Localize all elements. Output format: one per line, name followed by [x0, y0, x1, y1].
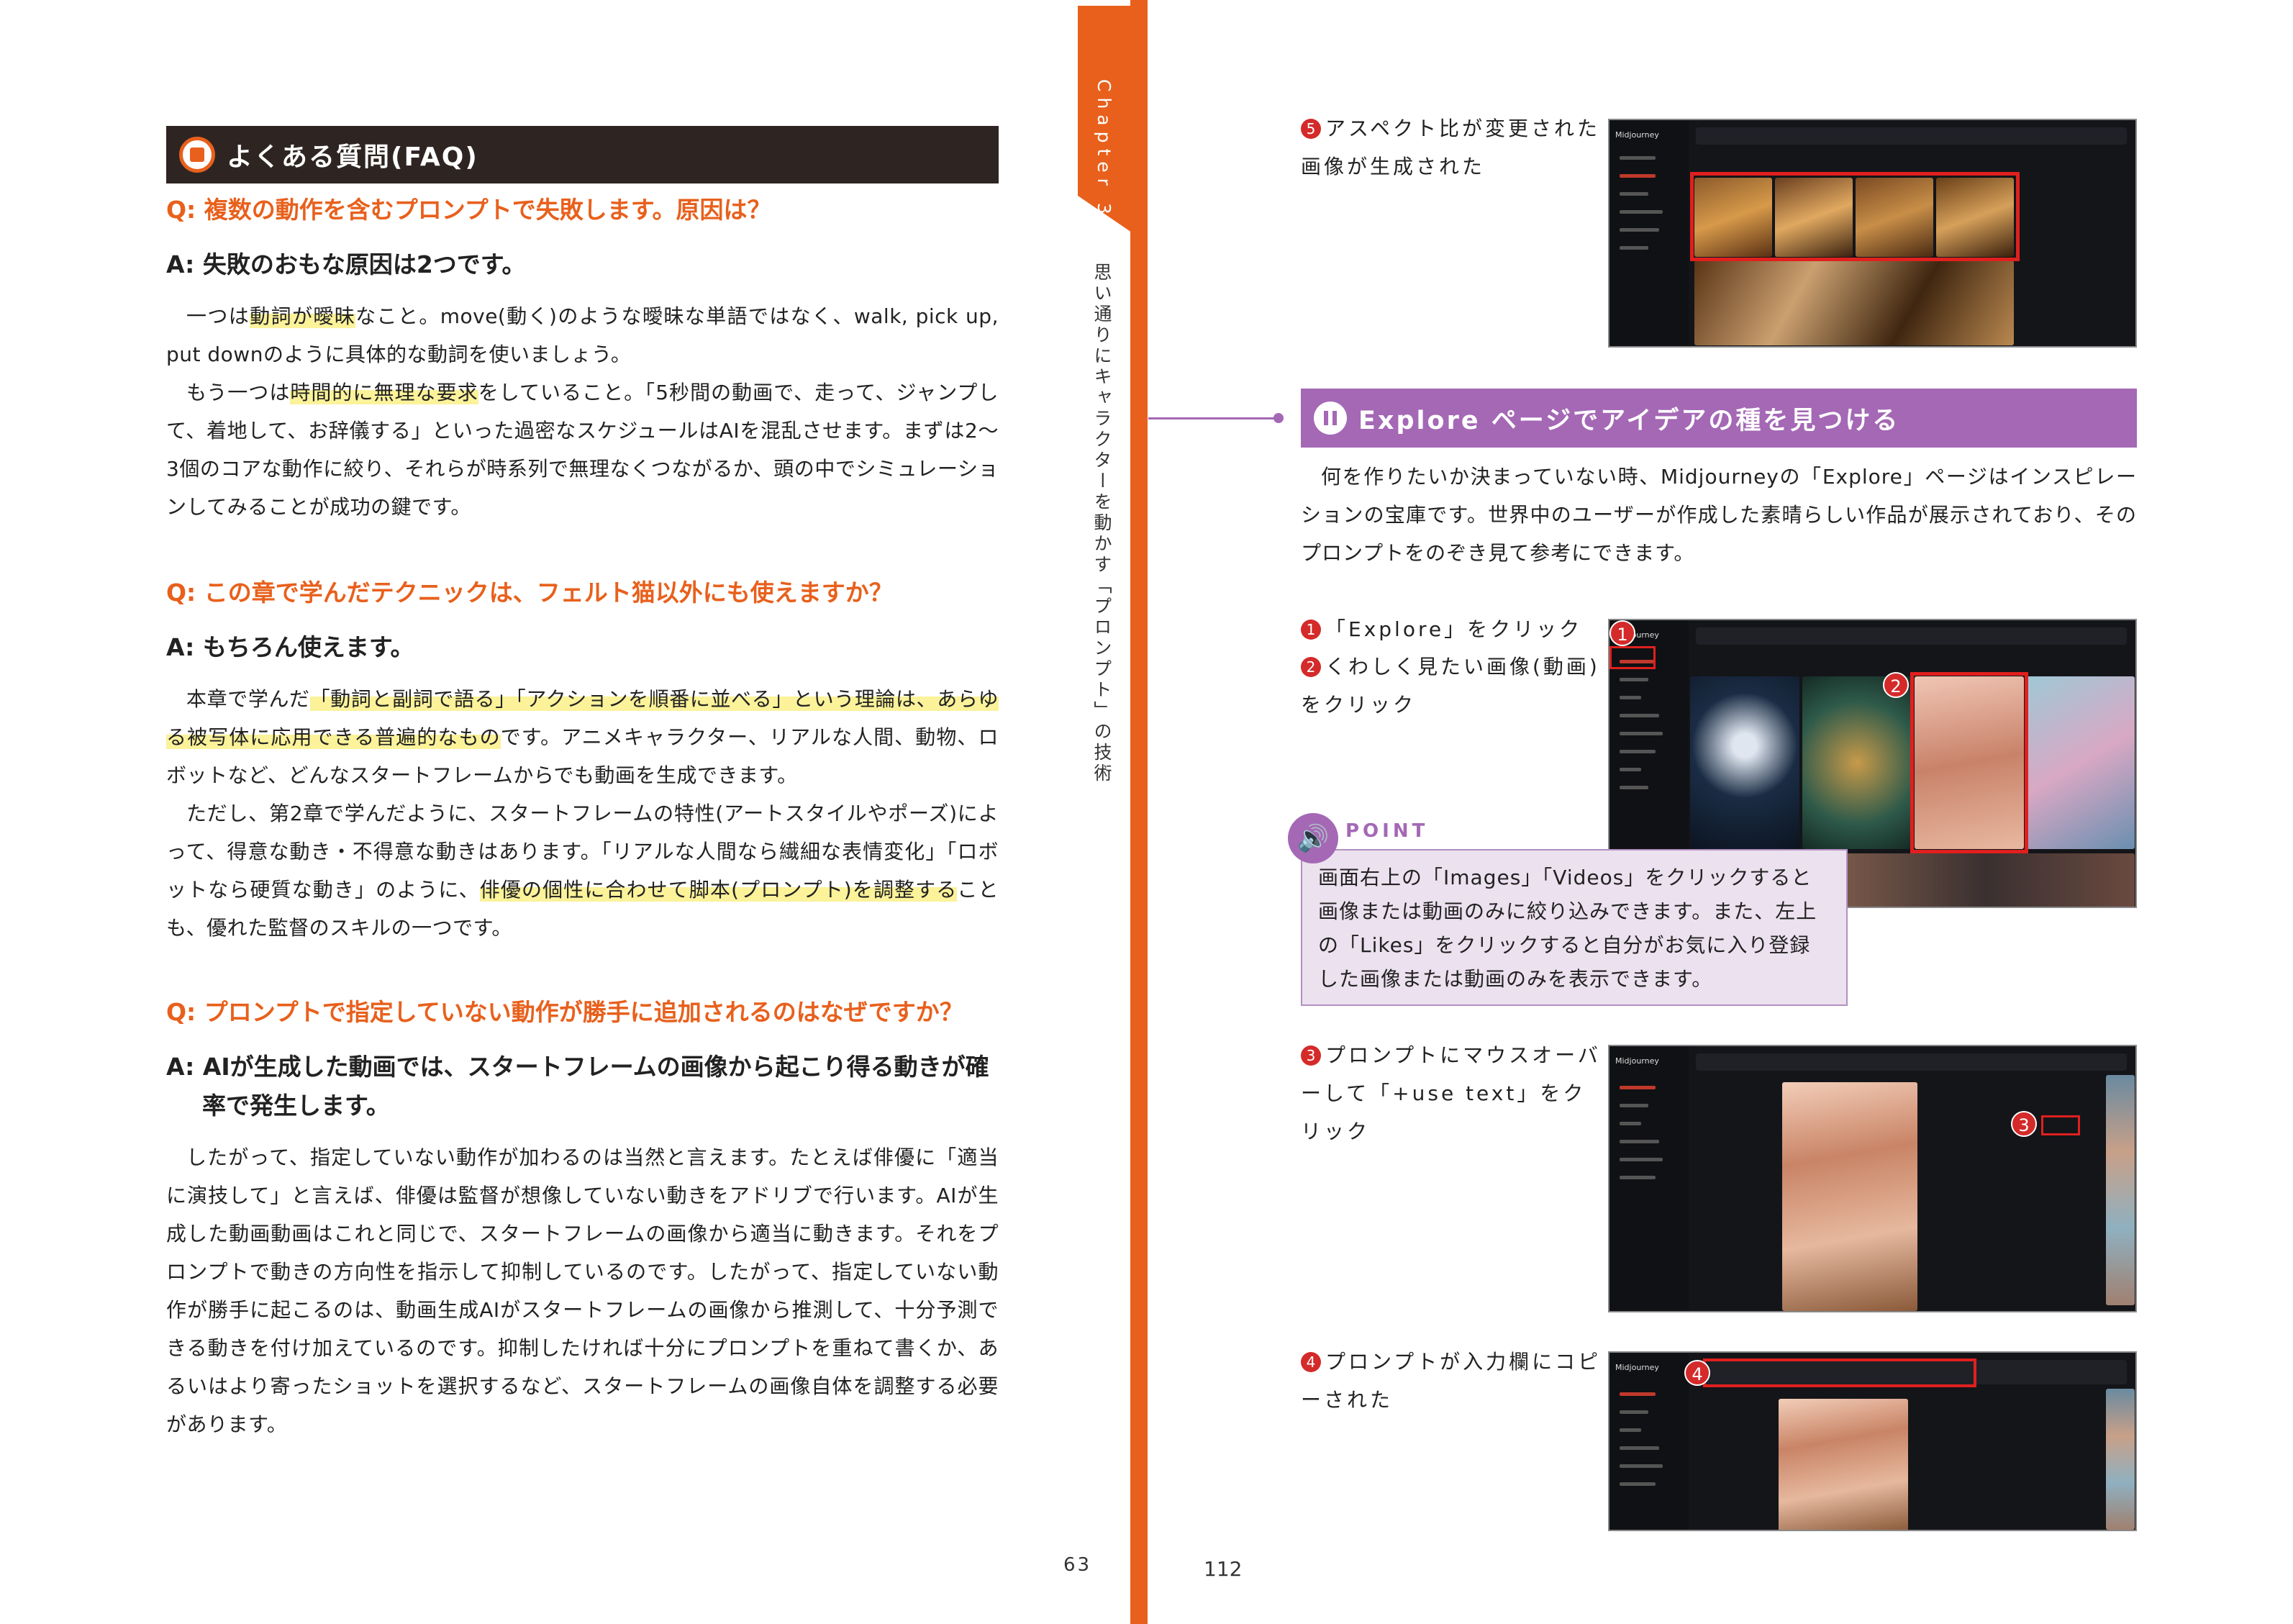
chapter-spine-bar — [1130, 0, 1148, 1624]
step-2-caption: 2 くわしく見たい画像(動画)をクリック — [1301, 655, 1600, 717]
app-sidebar: Midjourney — [1609, 1353, 1689, 1530]
question-1: Q: 複数の動作を含むプロンプトで失敗します。原因は？ — [166, 196, 771, 224]
step-number: 2 — [1301, 657, 1321, 677]
step-4-caption: 4 プロンプトが入力欄にコピーされた — [1301, 1350, 1602, 1412]
point-label: POINT — [1345, 820, 1429, 842]
chapter-label: Chapter 3 — [1094, 79, 1114, 220]
faq-item-1: Q: 複数の動作を含むプロンプトで失敗します。原因は？ A: 失敗のおもな原因は… — [166, 191, 999, 526]
step-number: 1 — [1301, 620, 1321, 640]
step-3-caption: 3 プロンプトにマウスオーバーして「+use text」をクリック — [1301, 1043, 1601, 1143]
gallery-tile[interactable] — [1690, 676, 1799, 849]
faq-item-2: Q: この章で学んだテクニックは、フェルト猫以外にも使えますか？ A: もちろん… — [166, 573, 999, 947]
speaker-icon: 🔊 — [1288, 813, 1338, 863]
screenshot-aspect-ratio: Midjourney — [1608, 119, 2137, 348]
question-3: Q: プロンプトで指定していない動作が勝手に追加されるのはなぜですか？ — [166, 998, 963, 1026]
question-2: Q: この章で学んだテクニックは、フェルト猫以外にも使えますか？ — [166, 579, 893, 607]
highlight-box — [2041, 1115, 2080, 1135]
app-logo: Midjourney — [1615, 1056, 1659, 1066]
prompt-bar — [1696, 1053, 2127, 1071]
answer-3: A: AIが生成した動画では、スタートフレームの画像から起こり得る動きが確率で発… — [166, 1053, 989, 1120]
step-1-caption: 1 「Explore」をクリック — [1301, 610, 1603, 648]
page-number-right: 112 — [1204, 1557, 1243, 1581]
explore-intro-text: 何を作りたいか決まっていない時、Midjourneyの「Explore」ページは… — [1301, 465, 2137, 565]
prompt-bar — [1696, 127, 2127, 145]
app-sidebar: Midjourney — [1609, 120, 1689, 346]
highlight-box — [1703, 1358, 1976, 1387]
answer-1-body: 一つは動詞が曖昧なこと。move(動く)のような曖昧な単語ではなく、walk, … — [166, 304, 999, 519]
step-number: 3 — [1301, 1045, 1321, 1066]
step-number: 4 — [1301, 1352, 1321, 1372]
step-5-caption: 5 アスペクト比が変更された画像が生成された — [1301, 117, 1601, 178]
highlight-box — [1910, 672, 2028, 853]
faq-title: よくある質問(FAQ) — [227, 142, 478, 172]
callout-badge: 4 — [1684, 1360, 1710, 1386]
faq-item-3: Q: プロンプトで指定していない動作が勝手に追加されるのはなぜですか？ A: A… — [166, 993, 999, 1443]
answer-3-body: したがって、指定していない動作が加わるのは当然と言えます。たとえば俳優に「適当に… — [166, 1146, 999, 1436]
highlight-text: 動詞が曖昧 — [250, 304, 356, 328]
screenshot-prompt-copied: Midjourney 4 — [1608, 1351, 2137, 1531]
highlight-box — [1609, 646, 1656, 669]
gallery-tile[interactable] — [2027, 676, 2135, 849]
answer-2-body: 本章で学んだ「動詞と副詞で語る」「アクションを順番に並べる」という理論は、あらゆ… — [166, 687, 999, 940]
point-box: 画面右上の「Images」「Videos」をクリックすると画像または動画のみに絞… — [1301, 849, 1848, 1006]
answer-1: A: 失敗のおもな原因は2つです。 — [166, 250, 526, 278]
highlight-text: 時間的に無理な要求 — [290, 381, 478, 404]
faq-header: よくある質問(FAQ) — [166, 126, 999, 183]
prompt-bar — [1696, 627, 2127, 645]
page-number-left: 63 — [1063, 1554, 1092, 1576]
explore-section-header: Explore ページでアイデアの種を見つける — [1301, 389, 2137, 448]
app-logo: Midjourney — [1615, 130, 1659, 140]
app-logo: Midjourney — [1615, 1363, 1659, 1372]
app-sidebar: Midjourney — [1609, 1046, 1689, 1311]
callout-badge: 2 — [1883, 672, 1909, 698]
section-connector-line — [1148, 417, 1278, 419]
step-number: 5 — [1301, 119, 1321, 139]
answer-2: A: もちろん使えます。 — [166, 633, 414, 661]
callout-badge: 1 — [1609, 620, 1635, 646]
chapter-subtitle: 思い通りにキャラクターを動かす「プロンプト」の技術 — [1091, 263, 1112, 784]
highlight-text: 俳優の個性に合わせて脚本(プロンプト)を調整する — [479, 878, 958, 902]
target-icon — [179, 137, 215, 173]
highlight-box — [1690, 172, 2020, 261]
screenshot-use-text: Midjourney 3 — [1608, 1045, 2137, 1312]
section-connector-dot — [1273, 413, 1284, 423]
callout-badge: 3 — [2011, 1111, 2037, 1137]
explore-section-title: Explore ページでアイデアの種を見つける — [1358, 406, 1900, 435]
pause-icon — [1314, 402, 1347, 435]
left-page: よくある質問(FAQ) Q: 複数の動作を含むプロンプトで失敗します。原因は？ … — [0, 0, 1122, 1624]
gallery-tile[interactable] — [1802, 676, 1912, 849]
point-text: 画面右上の「Images」「Videos」をクリックすると画像または動画のみに絞… — [1318, 866, 1817, 991]
